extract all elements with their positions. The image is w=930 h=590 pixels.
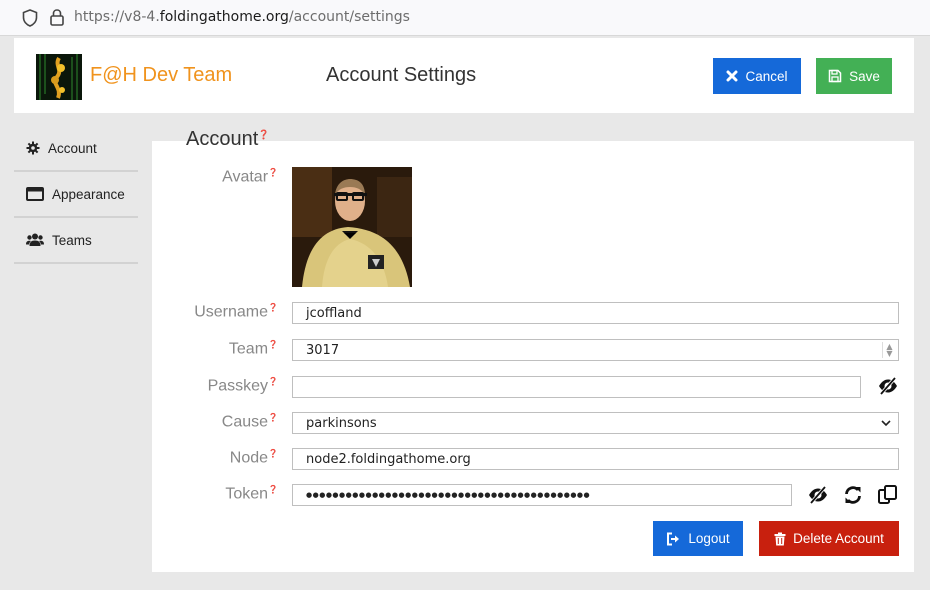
- cause-label: Cause❓: [222, 413, 278, 431]
- username-input[interactable]: jcoffland: [292, 302, 899, 324]
- avatar-label-text: Avatar: [222, 168, 269, 186]
- window-icon: [26, 187, 44, 201]
- url-text[interactable]: https://v8-4.foldingathome.org/account/s…: [74, 9, 410, 25]
- browser-url-bar[interactable]: https://v8-4.foldingathome.org/account/s…: [0, 0, 930, 36]
- url-host: foldingathome.org: [159, 9, 289, 25]
- node-value: node2.foldingathome.org: [306, 451, 471, 467]
- team-value: 3017: [306, 342, 340, 358]
- trash-icon: [774, 532, 786, 545]
- help-icon[interactable]: ❓: [268, 303, 278, 312]
- page-title: Account Settings: [326, 64, 477, 86]
- help-icon[interactable]: ❓: [268, 449, 278, 458]
- page-header: F@H Dev Team Account Settings Cancel Sav…: [14, 38, 914, 113]
- url-prefix: https://v8-4.: [74, 9, 160, 25]
- avatar[interactable]: [292, 167, 412, 287]
- username-value: jcoffland: [306, 305, 362, 321]
- username-label: Username❓: [194, 303, 278, 321]
- refresh-icon[interactable]: [843, 485, 863, 505]
- team-label-text: Team: [228, 340, 269, 358]
- passkey-label: Passkey❓: [208, 377, 278, 395]
- sidebar-item-appearance[interactable]: Appearance: [14, 172, 138, 218]
- cause-value: parkinsons: [306, 415, 377, 431]
- delete-account-label: Delete Account: [793, 531, 884, 546]
- team-number-input[interactable]: 3017 ▲ ▼: [292, 339, 899, 361]
- close-icon: [726, 70, 738, 82]
- help-icon[interactable]: ❓: [268, 377, 278, 386]
- cause-select[interactable]: parkinsons: [292, 412, 899, 434]
- url-path: /account/settings: [288, 9, 410, 25]
- username-label-text: Username: [194, 303, 269, 321]
- sidebar-item-account[interactable]: Account: [14, 126, 138, 172]
- help-icon[interactable]: ❓: [268, 413, 278, 422]
- passkey-input[interactable]: [292, 376, 861, 398]
- floppy-icon: [828, 69, 842, 83]
- token-label: Token❓: [225, 485, 278, 503]
- passkey-label-text: Passkey: [207, 377, 269, 395]
- node-input[interactable]: node2.foldingathome.org: [292, 448, 899, 470]
- node-label-text: Node: [229, 449, 269, 467]
- team-label: Team❓: [229, 340, 278, 358]
- cause-label-text: Cause: [221, 413, 269, 431]
- help-icon[interactable]: ❓: [268, 168, 278, 177]
- delete-account-button[interactable]: Delete Account: [759, 521, 899, 556]
- save-button[interactable]: Save: [816, 58, 892, 94]
- token-value: ●●●●●●●●●●●●●●●●●●●●●●●●●●●●●●●●●●●●●●●●…: [306, 491, 591, 499]
- team-name[interactable]: F@H Dev Team: [90, 64, 232, 87]
- help-icon[interactable]: ❓: [268, 485, 278, 494]
- sidebar-item-label: Teams: [52, 232, 92, 248]
- logout-label: Logout: [688, 531, 730, 546]
- logout-button[interactable]: Logout: [653, 521, 743, 556]
- chevron-down-icon: [881, 420, 891, 427]
- help-icon[interactable]: ❓: [258, 129, 269, 139]
- eye-slash-icon[interactable]: [877, 377, 899, 395]
- sidebar-item-teams[interactable]: Teams: [14, 218, 138, 264]
- help-icon[interactable]: ❓: [268, 340, 278, 349]
- team-logo: [36, 54, 82, 100]
- lock-icon[interactable]: [49, 8, 65, 26]
- section-title: Account❓: [186, 128, 269, 151]
- eye-slash-icon[interactable]: [807, 486, 829, 504]
- gear-icon: [26, 141, 40, 155]
- stepper-icon[interactable]: ▲ ▼: [882, 342, 896, 358]
- token-input[interactable]: ●●●●●●●●●●●●●●●●●●●●●●●●●●●●●●●●●●●●●●●●…: [292, 484, 792, 506]
- settings-sidebar: Account Appearance Teams: [14, 126, 138, 264]
- token-label-text: Token: [225, 485, 269, 503]
- avatar-label: Avatar❓: [222, 168, 278, 186]
- sign-out-icon: [667, 532, 680, 545]
- sidebar-item-label: Account: [48, 140, 97, 156]
- cancel-button[interactable]: Cancel: [713, 58, 801, 94]
- shield-icon[interactable]: [22, 9, 38, 27]
- users-icon: [26, 233, 44, 246]
- save-label: Save: [849, 68, 880, 84]
- copy-icon[interactable]: [877, 484, 899, 506]
- section-title-text: Account: [186, 128, 259, 150]
- cancel-label: Cancel: [745, 68, 788, 84]
- node-label: Node❓: [230, 449, 278, 467]
- sidebar-item-label: Appearance: [52, 186, 125, 202]
